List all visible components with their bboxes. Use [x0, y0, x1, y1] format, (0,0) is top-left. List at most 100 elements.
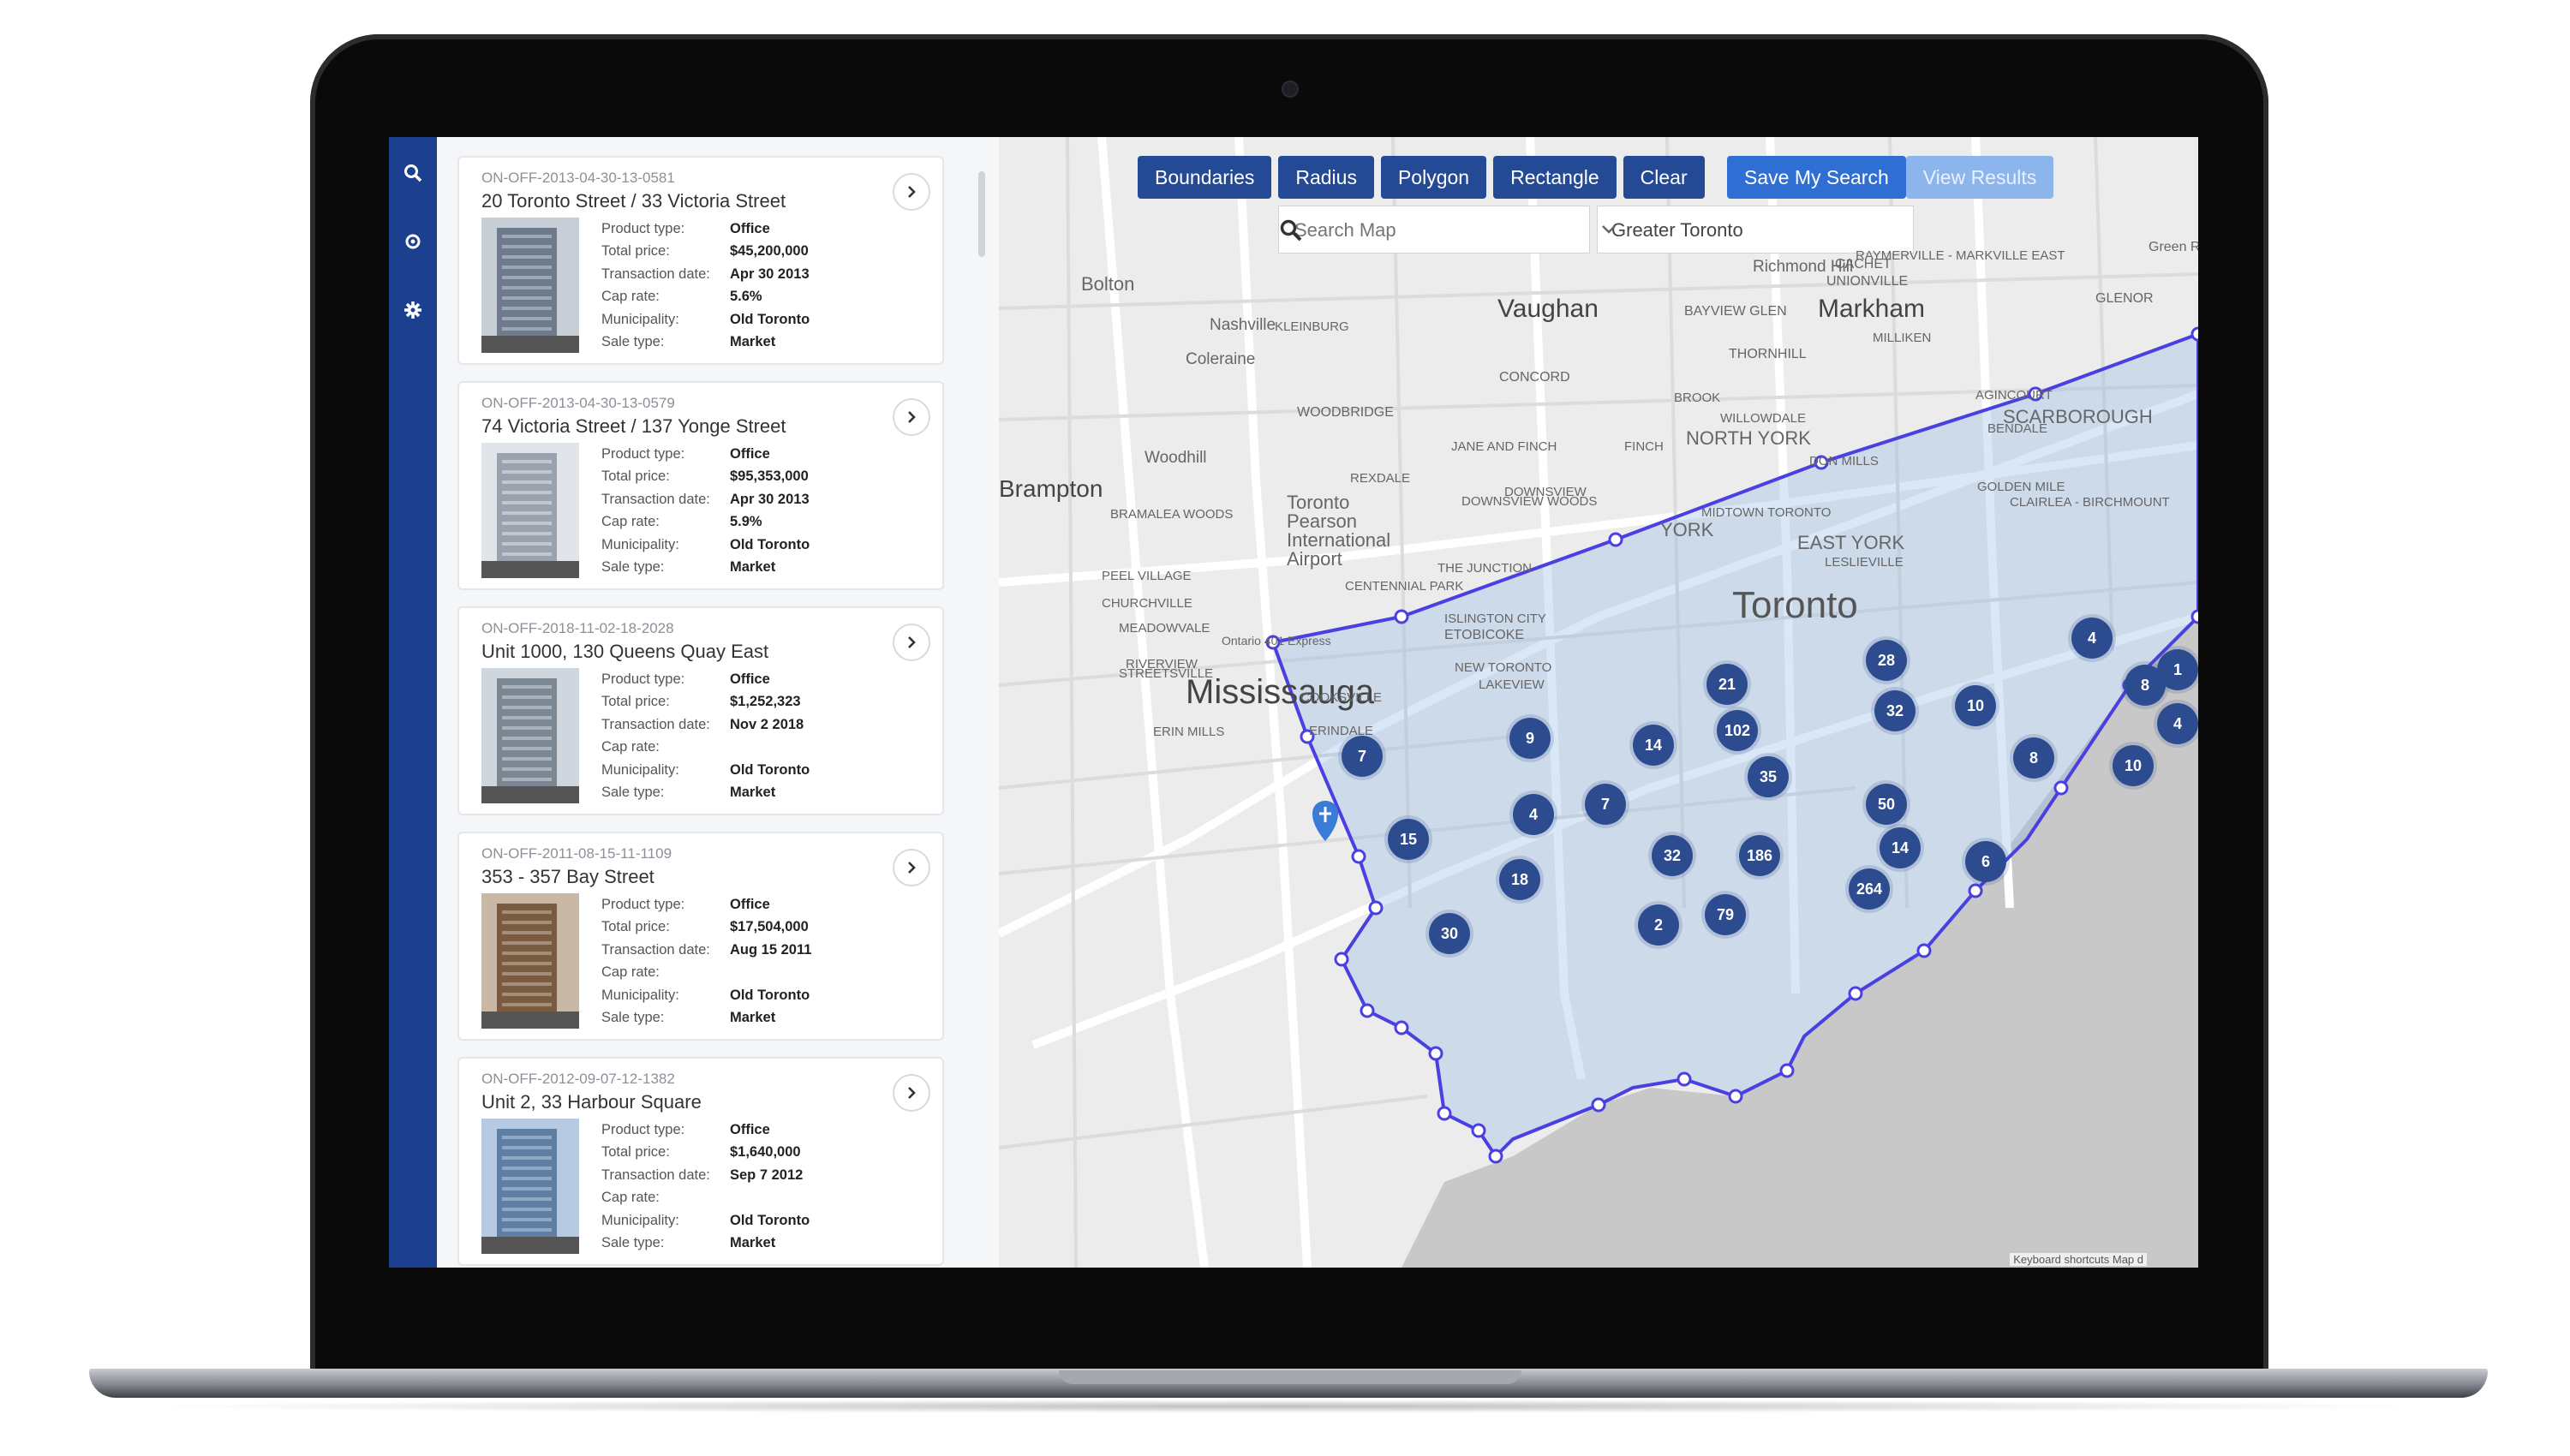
listing-address: Unit 1000, 130 Queens Quay East — [481, 641, 769, 662]
search-icon[interactable] — [1279, 218, 1303, 242]
listing-cluster[interactable]: 10 — [1955, 685, 1996, 726]
search-map-input[interactable] — [1293, 215, 1545, 246]
detail-value: Apr 30 2013 — [730, 491, 810, 507]
listing-cluster[interactable]: 2 — [1638, 904, 1679, 946]
map-label: NEW TORONTO — [1455, 660, 1552, 675]
search-icon[interactable] — [396, 156, 430, 190]
boundaries-button[interactable]: Boundaries — [1138, 156, 1272, 199]
location-icon[interactable] — [396, 224, 430, 259]
detail-row: Transaction date: Apr 30 2013 — [601, 488, 810, 511]
listing-id: ON-OFF-2012-09-07-12-1382 — [481, 1071, 675, 1087]
gear-icon[interactable] — [396, 293, 430, 327]
listing-cluster[interactable]: 9 — [1509, 718, 1551, 759]
listing-cluster[interactable]: 186 — [1739, 835, 1780, 876]
view-results-button[interactable]: View Results — [1905, 156, 2054, 199]
detail-label: Municipality: — [601, 987, 679, 1003]
listing-cluster[interactable]: 14 — [1880, 827, 1921, 868]
listing-cluster[interactable]: 21 — [1706, 664, 1748, 705]
listing-cluster[interactable]: 8 — [2013, 737, 2054, 779]
map-attribution[interactable]: Keyboard shortcuts Map d — [2010, 1253, 2147, 1266]
listing-cluster[interactable]: 50 — [1866, 784, 1907, 825]
listing-cluster[interactable]: 4 — [1513, 794, 1554, 835]
listing-cluster[interactable]: 8 — [2125, 665, 2166, 706]
map-label: THE JUNCTION — [1437, 561, 1532, 576]
detail-value: Old Toronto — [730, 536, 810, 552]
detail-row: Cap rate: — [601, 962, 811, 985]
app-screen: ON-OFF-2013-04-30-13-0581 20 Toronto Stre… — [389, 137, 2198, 1268]
region-select-value: Greater Toronto — [1611, 219, 1743, 241]
open-listing-button[interactable] — [893, 849, 930, 886]
detail-row: Transaction date: Apr 30 2013 — [601, 263, 810, 286]
detail-label: Cap rate: — [601, 739, 660, 755]
listing-address: Unit 2, 33 Harbour Square — [481, 1091, 702, 1113]
detail-value: $17,504,000 — [730, 919, 809, 935]
detail-row: Transaction date: Nov 2 2018 — [601, 713, 810, 737]
detail-label: Sale type: — [601, 334, 665, 350]
listing-cluster[interactable]: 102 — [1717, 710, 1758, 751]
detail-row: Municipality: Old Toronto — [601, 308, 810, 331]
map-label: Coleraine — [1186, 350, 1256, 368]
chevron-right-icon — [908, 1087, 916, 1099]
listing-cluster[interactable]: 35 — [1748, 756, 1789, 797]
listing-cluster[interactable]: 30 — [1429, 913, 1470, 954]
map-label: DON MILLS — [1809, 454, 1879, 468]
map-label: BROOK — [1674, 391, 1721, 405]
listing-address: 74 Victoria Street / 137 Yonge Street — [481, 415, 786, 437]
detail-row: Cap rate: 5.6% — [601, 286, 810, 309]
listing-card[interactable]: ON-OFF-2012-09-07-12-1382 Unit 2, 33 Harb… — [457, 1057, 944, 1266]
radius-button[interactable]: Radius — [1278, 156, 1374, 199]
listing-card[interactable]: ON-OFF-2013-04-30-13-0579 74 Victoria Str… — [457, 381, 944, 590]
listing-card[interactable]: ON-OFF-2018-11-02-18-2028 Unit 1000, 130 … — [457, 606, 944, 815]
open-listing-button[interactable] — [893, 173, 930, 211]
map-label: YORK — [1660, 519, 1714, 540]
map-label: WOODBRIDGE — [1297, 405, 1394, 420]
listing-details: Product type: Office Total price: $17,504,0… — [601, 893, 811, 1029]
listing-panel: ON-OFF-2013-04-30-13-0581 20 Toronto Stre… — [437, 137, 999, 1268]
listing-cluster[interactable]: 4 — [2071, 618, 2113, 659]
detail-label: Transaction date: — [601, 716, 710, 732]
listing-cluster[interactable]: 6 — [1965, 841, 2006, 882]
detail-value: Market — [730, 785, 776, 801]
listing-id: ON-OFF-2013-04-30-13-0581 — [481, 170, 675, 186]
chevron-right-icon — [908, 862, 916, 874]
detail-row: Sale type: Market — [601, 1007, 811, 1030]
open-listing-button[interactable] — [893, 624, 930, 661]
polygon-button[interactable]: Polygon — [1380, 156, 1487, 199]
detail-label: Product type: — [601, 220, 685, 236]
map-label: Green River — [2149, 240, 2198, 254]
listing-cluster[interactable]: 264 — [1849, 868, 1890, 910]
open-listing-button[interactable] — [893, 1074, 930, 1112]
listing-id: ON-OFF-2011-08-15-11-1109 — [481, 845, 672, 862]
listing-cluster[interactable]: 32 — [1652, 835, 1693, 876]
map-label: Toronto Pearson International Airport — [1287, 492, 1391, 570]
listing-cluster[interactable]: 79 — [1705, 894, 1746, 935]
laptop-notch — [1059, 1370, 1521, 1384]
listing-cluster[interactable]: 15 — [1388, 819, 1429, 860]
detail-row: Sale type: Market — [601, 557, 810, 580]
scrollbar[interactable] — [978, 171, 985, 257]
listing-details: Product type: Office Total price: $1,252,32… — [601, 668, 810, 804]
listing-cluster[interactable]: 7 — [1585, 784, 1626, 825]
open-listing-button[interactable] — [893, 398, 930, 436]
map[interactable]: Boundaries Radius Polygon Rectangle Clea… — [999, 137, 2198, 1268]
detail-value: 5.6% — [730, 289, 762, 305]
listing-cluster[interactable]: 32 — [1874, 690, 1916, 731]
listing-card[interactable]: ON-OFF-2013-04-30-13-0581 20 Toronto Stre… — [457, 156, 944, 365]
detail-label: Municipality: — [601, 1212, 679, 1228]
listing-cluster[interactable]: 18 — [1499, 859, 1540, 900]
listing-cluster[interactable]: 7 — [1342, 736, 1383, 777]
detail-label: Sale type: — [601, 1235, 665, 1251]
listing-cluster[interactable]: 14 — [1633, 725, 1674, 766]
listing-card[interactable]: ON-OFF-2011-08-15-11-1109 353 - 357 Bay S… — [457, 832, 944, 1041]
region-select[interactable]: Greater Toronto — [1597, 206, 1914, 254]
listing-cluster[interactable]: 4 — [2157, 703, 2198, 744]
detail-label: Sale type: — [601, 1010, 665, 1026]
map-label: LESLIEVILLE — [1825, 555, 1904, 570]
clear-button[interactable]: Clear — [1623, 156, 1705, 199]
save-search-button[interactable]: Save My Search — [1727, 156, 1906, 199]
listing-cluster[interactable]: 28 — [1866, 640, 1907, 681]
map-canvas — [999, 137, 2198, 1268]
chevron-right-icon — [908, 186, 916, 198]
listing-cluster[interactable]: 10 — [2113, 745, 2154, 786]
rectangle-button[interactable]: Rectangle — [1493, 156, 1617, 199]
